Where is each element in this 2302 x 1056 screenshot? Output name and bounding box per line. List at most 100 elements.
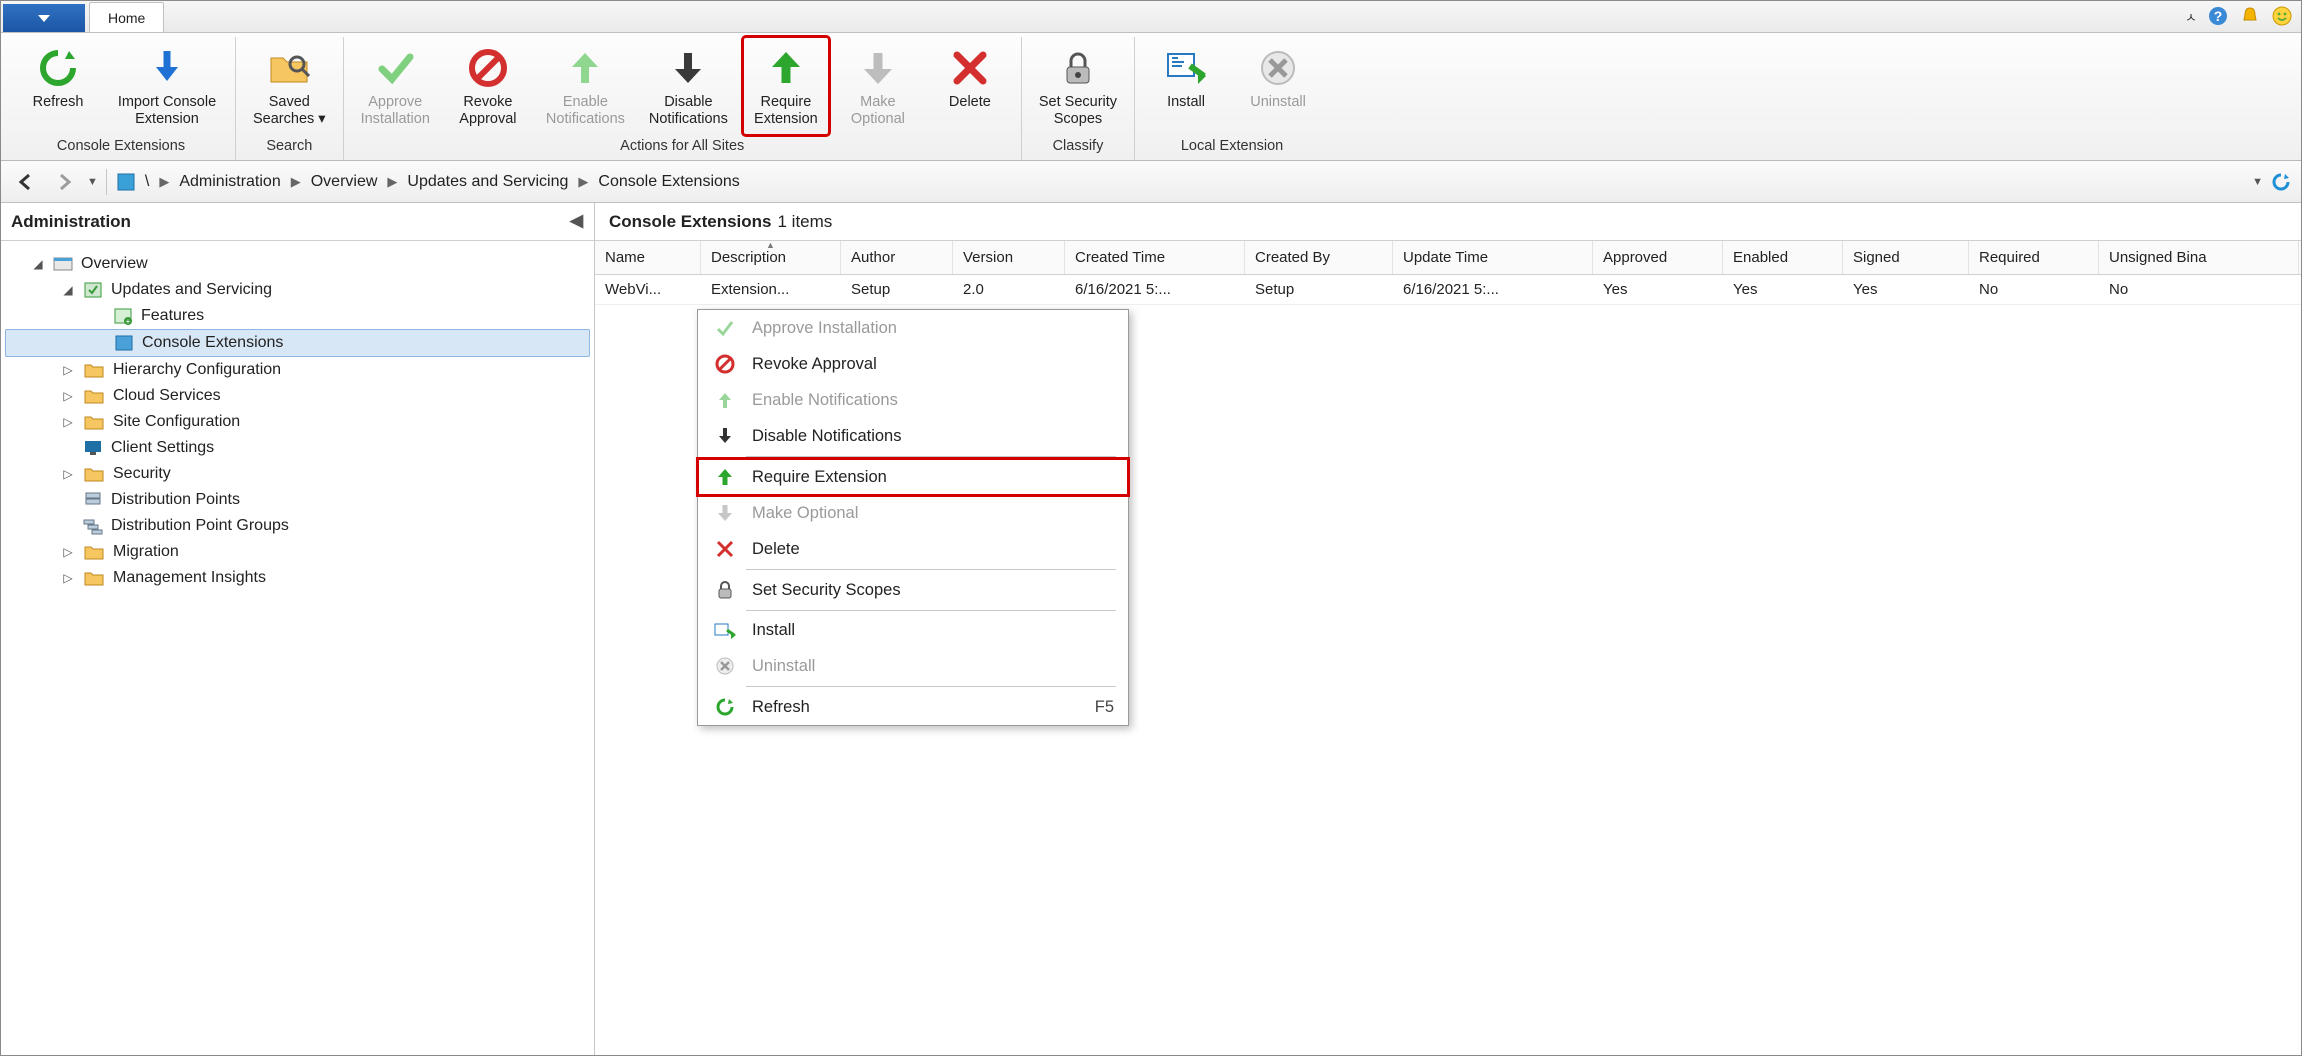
tree-node-console-extensions[interactable]: Console Extensions — [5, 329, 590, 357]
cell-updated: 6/16/2021 5:... — [1393, 275, 1593, 304]
expander-icon[interactable]: ▷ — [61, 415, 75, 429]
col-enabled[interactable]: Enabled — [1723, 241, 1843, 274]
menu-require-extension[interactable]: Require Extension — [698, 459, 1128, 495]
col-updated[interactable]: Update Time — [1393, 241, 1593, 274]
disable-notifications-button[interactable]: Disable Notifications — [640, 37, 737, 135]
breadcrumb-dropdown[interactable]: ▼ — [2252, 176, 2263, 188]
menu-approve-installation[interactable]: Approve Installation — [698, 310, 1128, 346]
tree-node-dist-points[interactable]: Distribution Points — [5, 487, 590, 513]
expander-icon[interactable]: ▷ — [61, 363, 75, 377]
folder-icon — [83, 413, 105, 431]
app-window: Home ㅅ ? Refresh Import Console Extensio… — [0, 0, 2302, 1056]
menu-uninstall[interactable]: Uninstall — [698, 648, 1128, 684]
menu-enable-notifications[interactable]: Enable Notifications — [698, 382, 1128, 418]
nav-back-button[interactable] — [11, 168, 41, 196]
col-description[interactable]: Description — [701, 241, 841, 274]
ribbon-group-actions: Approve Installation Revoke Approval Ena… — [344, 37, 1022, 160]
nav-history-dropdown[interactable]: ▼ — [87, 176, 98, 188]
col-name[interactable]: Name — [595, 241, 701, 274]
tree-node-cloud[interactable]: ▷Cloud Services — [5, 383, 590, 409]
breadcrumb-overview[interactable]: Overview — [311, 173, 378, 191]
expander-icon[interactable]: ▷ — [61, 467, 75, 481]
set-security-scopes-button[interactable]: Set Security Scopes — [1030, 37, 1126, 135]
tree-node-insights[interactable]: ▷Management Insights — [5, 565, 590, 591]
breadcrumb-console-extensions[interactable]: Console Extensions — [598, 173, 739, 191]
expander-icon[interactable]: ▷ — [61, 571, 75, 585]
menu-revoke StringComparison-approval[interactable]: Revoke Approval — [698, 346, 1128, 382]
title-bar: Home ㅅ ? — [1, 1, 2301, 33]
breadcrumb-updates[interactable]: Updates and Servicing — [407, 173, 568, 191]
cell-required: No — [1969, 275, 2099, 304]
expander-icon[interactable]: ▷ — [61, 389, 75, 403]
tree-node-overview[interactable]: ◢Overview — [5, 251, 590, 277]
overview-icon — [53, 255, 73, 273]
approve-installation-button[interactable]: Approve Installation — [352, 37, 439, 135]
check-icon — [374, 47, 416, 89]
col-created[interactable]: Created Time — [1065, 241, 1245, 274]
col-signed[interactable]: Signed — [1843, 241, 1969, 274]
breadcrumb-root[interactable]: \ — [145, 173, 149, 191]
ribbon-group-console-extensions: Refresh Import Console Extension Console… — [7, 37, 236, 160]
menu-install[interactable]: Install — [698, 613, 1128, 648]
tree-node-site[interactable]: ▷Site Configuration — [5, 409, 590, 435]
expander-icon[interactable]: ◢ — [61, 283, 75, 297]
app-menu-button[interactable] — [3, 4, 85, 32]
menu-refresh[interactable]: Refresh F5 — [698, 689, 1128, 725]
saved-searches-button[interactable]: Saved Searches ▾ — [244, 37, 335, 135]
expander-icon[interactable]: ▷ — [61, 545, 75, 559]
import-console-extension-button[interactable]: Import Console Extension — [107, 37, 227, 135]
col-required[interactable]: Required — [1969, 241, 2099, 274]
collapse-ribbon-icon[interactable]: ㅅ — [2185, 7, 2197, 26]
tree-node-features[interactable]: +Features — [5, 303, 590, 329]
tree-node-updates[interactable]: ◢Updates and Servicing — [5, 277, 590, 303]
x-icon — [949, 47, 991, 89]
menu-disable-notifications[interactable]: Disable Notifications — [698, 418, 1128, 454]
group-label-classify: Classify — [1053, 135, 1104, 160]
collapse-tree-icon[interactable]: ◀ — [570, 211, 588, 229]
install-button[interactable]: Install — [1143, 37, 1229, 135]
cell-unsigned: No — [2099, 275, 2299, 304]
tree-node-dist-groups[interactable]: Distribution Point Groups — [5, 513, 590, 539]
menu-separator — [746, 686, 1116, 687]
tab-home[interactable]: Home — [89, 2, 164, 32]
enable-notifications-button[interactable]: Enable Notifications — [537, 37, 634, 135]
menu-refresh-shortcut: F5 — [1095, 698, 1114, 717]
folder-icon — [83, 543, 105, 561]
tab-home-label: Home — [108, 10, 145, 26]
breadcrumb-administration[interactable]: Administration — [179, 173, 280, 191]
menu-delete[interactable]: Delete — [698, 531, 1128, 567]
x-icon — [715, 539, 735, 559]
nav-forward-button[interactable] — [49, 168, 79, 196]
refresh-nav-icon[interactable] — [2271, 172, 2291, 192]
make-optional-button[interactable]: Make Optional — [835, 37, 921, 135]
bell-icon[interactable] — [2239, 5, 2261, 27]
server-icon — [83, 491, 103, 509]
col-approved[interactable]: Approved — [1593, 241, 1723, 274]
tree-node-migration[interactable]: ▷Migration — [5, 539, 590, 565]
expander-icon[interactable]: ◢ — [31, 257, 45, 271]
uninstall-button[interactable]: Uninstall — [1235, 37, 1321, 135]
revoke-approval-button[interactable]: Revoke Approval — [445, 37, 531, 135]
list-title: Console Extensions 1 items — [595, 203, 2301, 241]
refresh-icon — [715, 697, 735, 717]
tree-node-security[interactable]: ▷Security — [5, 461, 590, 487]
install-icon — [714, 622, 736, 640]
menu-set-security-scopes[interactable]: Set Security Scopes — [698, 572, 1128, 608]
folder-icon — [83, 569, 105, 587]
tree-header: Administration ◀ — [1, 203, 594, 241]
refresh-button[interactable]: Refresh — [15, 37, 101, 135]
delete-button[interactable]: Delete — [927, 37, 1013, 135]
col-version[interactable]: Version — [953, 241, 1065, 274]
menu-make-optional[interactable]: Make Optional — [698, 495, 1128, 531]
cell-created: 6/16/2021 5:... — [1065, 275, 1245, 304]
tree-node-hierarchy[interactable]: ▷Hierarchy Configuration — [5, 357, 590, 383]
smiley-icon[interactable] — [2271, 5, 2293, 27]
require-extension-button[interactable]: Require Extension — [743, 37, 829, 135]
col-unsigned[interactable]: Unsigned Bina — [2099, 241, 2299, 274]
table-row[interactable]: WebVi... Extension... Setup 2.0 6/16/202… — [595, 275, 2301, 305]
tree-node-client[interactable]: Client Settings — [5, 435, 590, 461]
help-icon[interactable]: ? — [2207, 5, 2229, 27]
check-icon — [715, 318, 735, 338]
col-author[interactable]: Author — [841, 241, 953, 274]
col-createdby[interactable]: Created By — [1245, 241, 1393, 274]
